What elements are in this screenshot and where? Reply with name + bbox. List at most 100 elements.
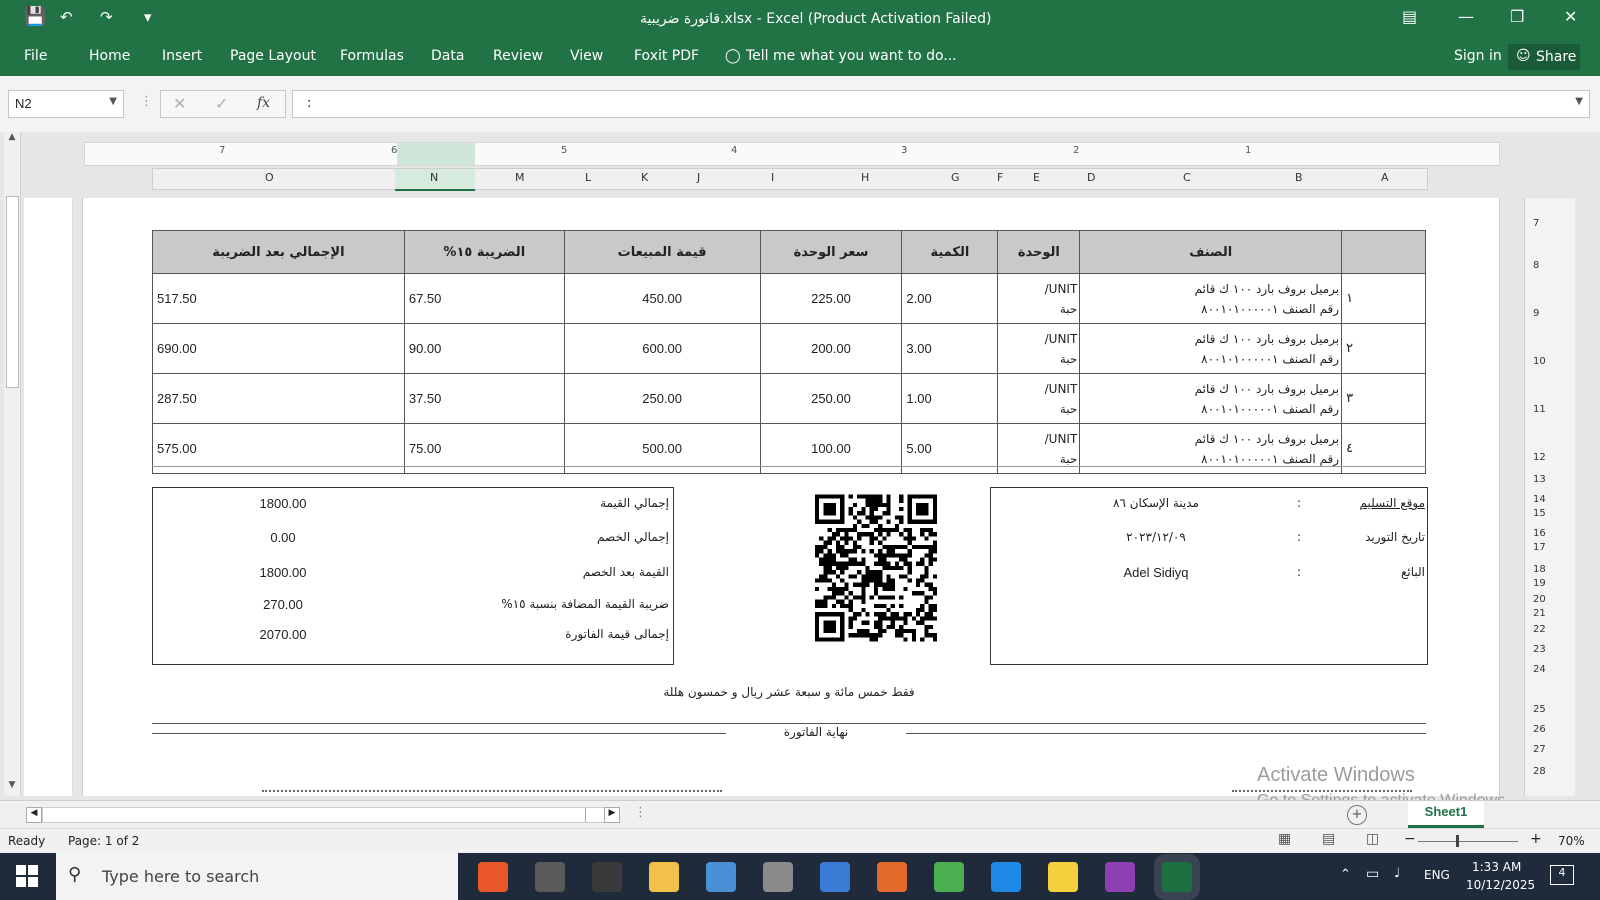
header-unit[interactable]: الوحدة <box>997 230 1081 274</box>
vertical-scrollbar[interactable]: ▲ ▼ <box>4 132 21 796</box>
after-discount-value[interactable]: 1800.00 <box>223 565 343 580</box>
formula-input[interactable]: : ▼ <box>292 90 1590 118</box>
redo-icon[interactable]: ↷ <box>100 8 113 26</box>
column-header-j[interactable]: J <box>697 171 700 184</box>
expand-formula-icon[interactable]: ▼ <box>1575 96 1583 107</box>
notifications-icon[interactable]: 4 <box>1550 865 1574 885</box>
row-header[interactable]: 20 <box>1533 594 1546 605</box>
pdf-app-icon[interactable] <box>1105 862 1135 892</box>
item-sales[interactable]: 450.00 <box>563 273 761 324</box>
save-icon[interactable]: 💾 <box>24 6 46 27</box>
row-header[interactable]: 23 <box>1533 644 1546 655</box>
row-header[interactable]: 13 <box>1533 474 1546 485</box>
column-header-g[interactable]: G <box>951 171 960 184</box>
header-total[interactable]: الإجمالي بعد الضريبة <box>152 230 405 274</box>
item-description[interactable]: برميل بروف بارد ١٠٠ ك قائم رقم الصنف ٨٠٠… <box>1079 273 1343 324</box>
column-header-a[interactable]: A <box>1381 171 1389 184</box>
supply-date-label[interactable]: تاريخ التوريد <box>1365 530 1425 544</box>
page-break-view-icon[interactable]: ◫ <box>1366 831 1379 847</box>
row-header[interactable]: 26 <box>1533 724 1546 735</box>
item-tax[interactable]: 67.50 <box>403 273 565 324</box>
tab-review[interactable]: Review <box>493 48 543 64</box>
item-tax[interactable]: 90.00 <box>403 323 565 374</box>
vertical-scroll-thumb[interactable] <box>6 196 19 388</box>
row-header[interactable]: 28 <box>1533 766 1546 777</box>
column-header-b[interactable]: B <box>1295 171 1303 184</box>
item-unit-price[interactable]: 225.00 <box>759 273 903 324</box>
row-header[interactable]: 17 <box>1533 542 1546 553</box>
item-unit[interactable]: UNIT/ حبة <box>997 373 1081 424</box>
sticky-notes-icon[interactable] <box>1048 862 1078 892</box>
zoom-slider-thumb[interactable] <box>1456 835 1459 847</box>
excel-icon[interactable] <box>1162 862 1192 892</box>
cloud-app-icon[interactable] <box>820 862 850 892</box>
item-unit-price[interactable]: 250.00 <box>759 373 903 424</box>
network-icon[interactable]: ▭ <box>1366 866 1379 882</box>
volume-icon[interactable]: ♩ <box>1394 866 1400 881</box>
item-unit[interactable]: UNIT/ حبة <box>997 323 1081 374</box>
column-header-f[interactable]: F <box>997 171 1003 184</box>
row-header[interactable]: 21 <box>1533 608 1546 619</box>
row-header[interactable]: 8 <box>1533 260 1539 271</box>
tab-insert[interactable]: Insert <box>162 48 202 64</box>
tab-data[interactable]: Data <box>431 48 464 64</box>
minimize-icon[interactable]: — <box>1458 7 1474 26</box>
undo-icon[interactable]: ↶ <box>60 8 73 26</box>
seller-label[interactable]: البائع <box>1401 565 1425 579</box>
zoom-in-icon[interactable]: + <box>1530 831 1542 847</box>
discount-value[interactable]: 0.00 <box>223 530 343 545</box>
item-unit[interactable]: UNIT/ حبة <box>997 273 1081 324</box>
file-explorer-icon[interactable] <box>649 862 679 892</box>
tab-home[interactable]: Home <box>89 48 130 64</box>
row-header[interactable]: 22 <box>1533 624 1546 635</box>
tab-foxit-pdf[interactable]: Foxit PDF <box>634 48 699 64</box>
ribbon-display-icon[interactable]: ▤ <box>1402 7 1417 26</box>
chevron-up-icon[interactable]: ⌃ <box>1340 867 1351 882</box>
vat-label[interactable]: ضريبة القيمة المضافة بنسبة ١٥% <box>501 597 669 611</box>
row-header[interactable]: 25 <box>1533 704 1546 715</box>
row-header[interactable]: 14 <box>1533 494 1546 505</box>
item-qty[interactable]: 2.00 <box>901 273 999 324</box>
ai-app-icon[interactable] <box>706 862 736 892</box>
item-index[interactable]: ١ <box>1341 273 1426 324</box>
customize-toolbar-icon[interactable]: ▾ <box>144 8 152 26</box>
column-header-e[interactable]: E <box>1033 171 1040 184</box>
horizontal-scroll-thumb[interactable] <box>585 808 606 822</box>
enter-entry-icon[interactable]: ✓ <box>215 94 228 113</box>
close-icon[interactable]: ✕ <box>1564 7 1577 26</box>
item-tax[interactable]: 37.50 <box>403 373 565 424</box>
row-header[interactable]: 9 <box>1533 308 1539 319</box>
row-header[interactable]: 16 <box>1533 528 1546 539</box>
item-qty[interactable]: 1.00 <box>901 373 999 424</box>
column-header-i[interactable]: I <box>771 171 774 184</box>
column-header-n[interactable]: N <box>430 171 438 184</box>
total-label[interactable]: إجمالي القيمة <box>600 496 669 510</box>
share-button[interactable]: ☺ Share <box>1508 44 1580 70</box>
item-qty[interactable]: 3.00 <box>901 323 999 374</box>
item-total[interactable]: 287.50 <box>152 373 405 424</box>
seller-value[interactable]: Adel Sidiyq <box>1031 565 1281 580</box>
scroll-down-icon[interactable]: ▼ <box>4 780 20 796</box>
row-header[interactable]: 12 <box>1533 452 1546 463</box>
scroll-up-icon[interactable]: ▲ <box>4 132 20 148</box>
chevron-down-icon[interactable]: ▼ <box>109 96 117 107</box>
discount-label[interactable]: إجمالي الخصم <box>597 530 669 544</box>
insert-function-icon[interactable]: fx <box>257 95 270 111</box>
header-index[interactable] <box>1341 230 1426 274</box>
row-header[interactable]: 18 <box>1533 564 1546 575</box>
amount-in-words[interactable]: فقط خمس مائة و سبعة عشر ريال و خمسون هلل… <box>152 685 1426 699</box>
row-header[interactable]: 24 <box>1533 664 1546 675</box>
column-header-m[interactable]: M <box>515 171 525 184</box>
zoom-out-icon[interactable]: − <box>1404 831 1416 847</box>
row-header[interactable]: 15 <box>1533 508 1546 519</box>
tell-me-search[interactable]: Tell me what you want to do... <box>746 48 957 64</box>
tab-view[interactable]: View <box>570 48 603 64</box>
invoice-total-label[interactable]: إجمالى قيمة الفاتورة <box>565 627 669 641</box>
header-sales[interactable]: قيمة المبيعات <box>563 230 761 274</box>
after-discount-label[interactable]: القيمة بعد الخصم <box>583 565 669 579</box>
normal-view-icon[interactable]: ▦ <box>1278 831 1291 847</box>
item-unit-price[interactable]: 200.00 <box>759 323 903 374</box>
row-header[interactable]: 7 <box>1533 218 1539 229</box>
zoom-level[interactable]: 70% <box>1558 834 1585 848</box>
column-header-d[interactable]: D <box>1087 171 1095 184</box>
